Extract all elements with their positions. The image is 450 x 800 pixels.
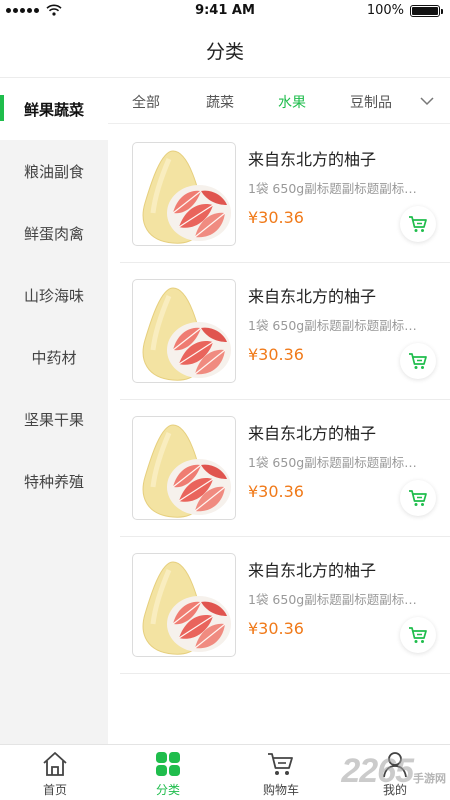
product-price: ¥30.36 — [248, 345, 304, 364]
sidebar-item-label: 山珍海味 — [23, 286, 84, 305]
product-image — [132, 416, 236, 520]
sidebar-item-eggs-meat[interactable]: 鲜蛋肉禽 — [0, 202, 108, 264]
add-to-cart-button[interactable] — [400, 480, 436, 516]
chevron-down-icon[interactable] — [418, 92, 436, 110]
sidebar-item-herbs[interactable]: 中药材 — [0, 326, 108, 388]
tabbar-label: 购物车 — [262, 783, 299, 797]
product-card[interactable]: 来自东北方的柚子 1袋 650g副标题副标题副标题副标题 ¥30.36 — [120, 537, 450, 674]
product-subtitle: 1袋 650g副标题副标题副标题副标题 — [248, 318, 428, 333]
sidebar-item-nuts[interactable]: 坚果干果 — [0, 388, 108, 450]
product-subtitle: 1袋 650g副标题副标题副标题副标题 — [248, 181, 428, 196]
subcategory-tabs: 全部 蔬菜 水果 豆制品 — [108, 78, 450, 124]
status-bar: 9:41 AM 100% — [0, 0, 450, 22]
page-title: 分类 — [205, 41, 244, 63]
sidebar-item-label: 中药材 — [31, 348, 77, 367]
add-to-cart-button[interactable] — [400, 617, 436, 653]
cart-icon — [268, 753, 293, 775]
watermark-text: 2265 — [341, 752, 414, 790]
battery-icon — [410, 5, 443, 17]
product-title: 来自东北方的柚子 — [248, 287, 377, 306]
product-price: ¥30.36 — [248, 482, 304, 501]
watermark-subtext: 手游网 — [413, 773, 446, 785]
sidebar-item-label: 鲜蛋肉禽 — [23, 224, 84, 243]
add-to-cart-icon — [409, 353, 427, 369]
product-title: 来自东北方的柚子 — [248, 150, 377, 169]
product-subtitle: 1袋 650g副标题副标题副标题副标题 — [248, 455, 428, 470]
tabbar-label: 首页 — [42, 783, 67, 797]
product-image — [132, 553, 236, 657]
tabbar-category[interactable]: 分类 — [123, 745, 213, 800]
sidebar-item-special-breeding[interactable]: 特种养殖 — [0, 450, 108, 512]
sidebar-item-label: 坚果干果 — [23, 410, 84, 429]
product-image — [132, 142, 236, 246]
sidebar-item-fresh-fruits-vegetables[interactable]: 鲜果蔬菜 — [0, 78, 108, 140]
add-to-cart-icon — [409, 216, 427, 232]
battery-percentage: 100% — [366, 3, 404, 18]
sidebar-item-label: 鲜果蔬菜 — [23, 100, 84, 119]
home-icon — [43, 752, 67, 776]
product-title: 来自东北方的柚子 — [248, 561, 377, 580]
product-image — [132, 279, 236, 383]
tab-tofu[interactable]: 豆制品 — [350, 92, 392, 112]
product-title: 来自东北方的柚子 — [248, 424, 377, 443]
sidebar-item-delicacies[interactable]: 山珍海味 — [0, 264, 108, 326]
add-to-cart-icon — [409, 627, 427, 643]
product-price: ¥30.36 — [248, 208, 304, 227]
sidebar-item-label: 粮油副食 — [23, 162, 84, 181]
product-card[interactable]: 来自东北方的柚子 1袋 650g副标题副标题副标题副标题 ¥30.36 — [120, 263, 450, 400]
tabbar-home[interactable]: 首页 — [10, 745, 100, 800]
tabbar-cart[interactable]: 购物车 — [236, 745, 326, 800]
tab-all[interactable]: 全部 — [132, 92, 160, 112]
nav-bar: 分类 — [0, 22, 450, 78]
tab-vegetables[interactable]: 蔬菜 — [206, 92, 234, 112]
sidebar-item-grain-oil[interactable]: 粮油副食 — [0, 140, 108, 202]
product-subtitle: 1袋 650g副标题副标题副标题副标题 — [248, 592, 428, 607]
tabbar-label: 分类 — [155, 783, 180, 797]
add-to-cart-button[interactable] — [400, 343, 436, 379]
add-to-cart-button[interactable] — [400, 206, 436, 242]
product-price: ¥30.36 — [248, 619, 304, 638]
tab-fruits[interactable]: 水果 — [278, 92, 306, 112]
product-card[interactable]: 来自东北方的柚子 1袋 650g副标题副标题副标题副标题 ¥30.36 — [120, 400, 450, 537]
category-sidebar: 鲜果蔬菜 粮油副食 鲜蛋肉禽 山珍海味 中药材 坚果干果 特种养殖 — [0, 78, 108, 744]
sidebar-item-label: 特种养殖 — [23, 472, 84, 491]
product-card[interactable]: 来自东北方的柚子 1袋 650g副标题副标题副标题副标题 ¥30.36 — [120, 126, 450, 263]
add-to-cart-icon — [409, 490, 427, 506]
watermark-logo: 2265手游网 — [341, 752, 446, 791]
category-grid-icon — [156, 752, 180, 776]
